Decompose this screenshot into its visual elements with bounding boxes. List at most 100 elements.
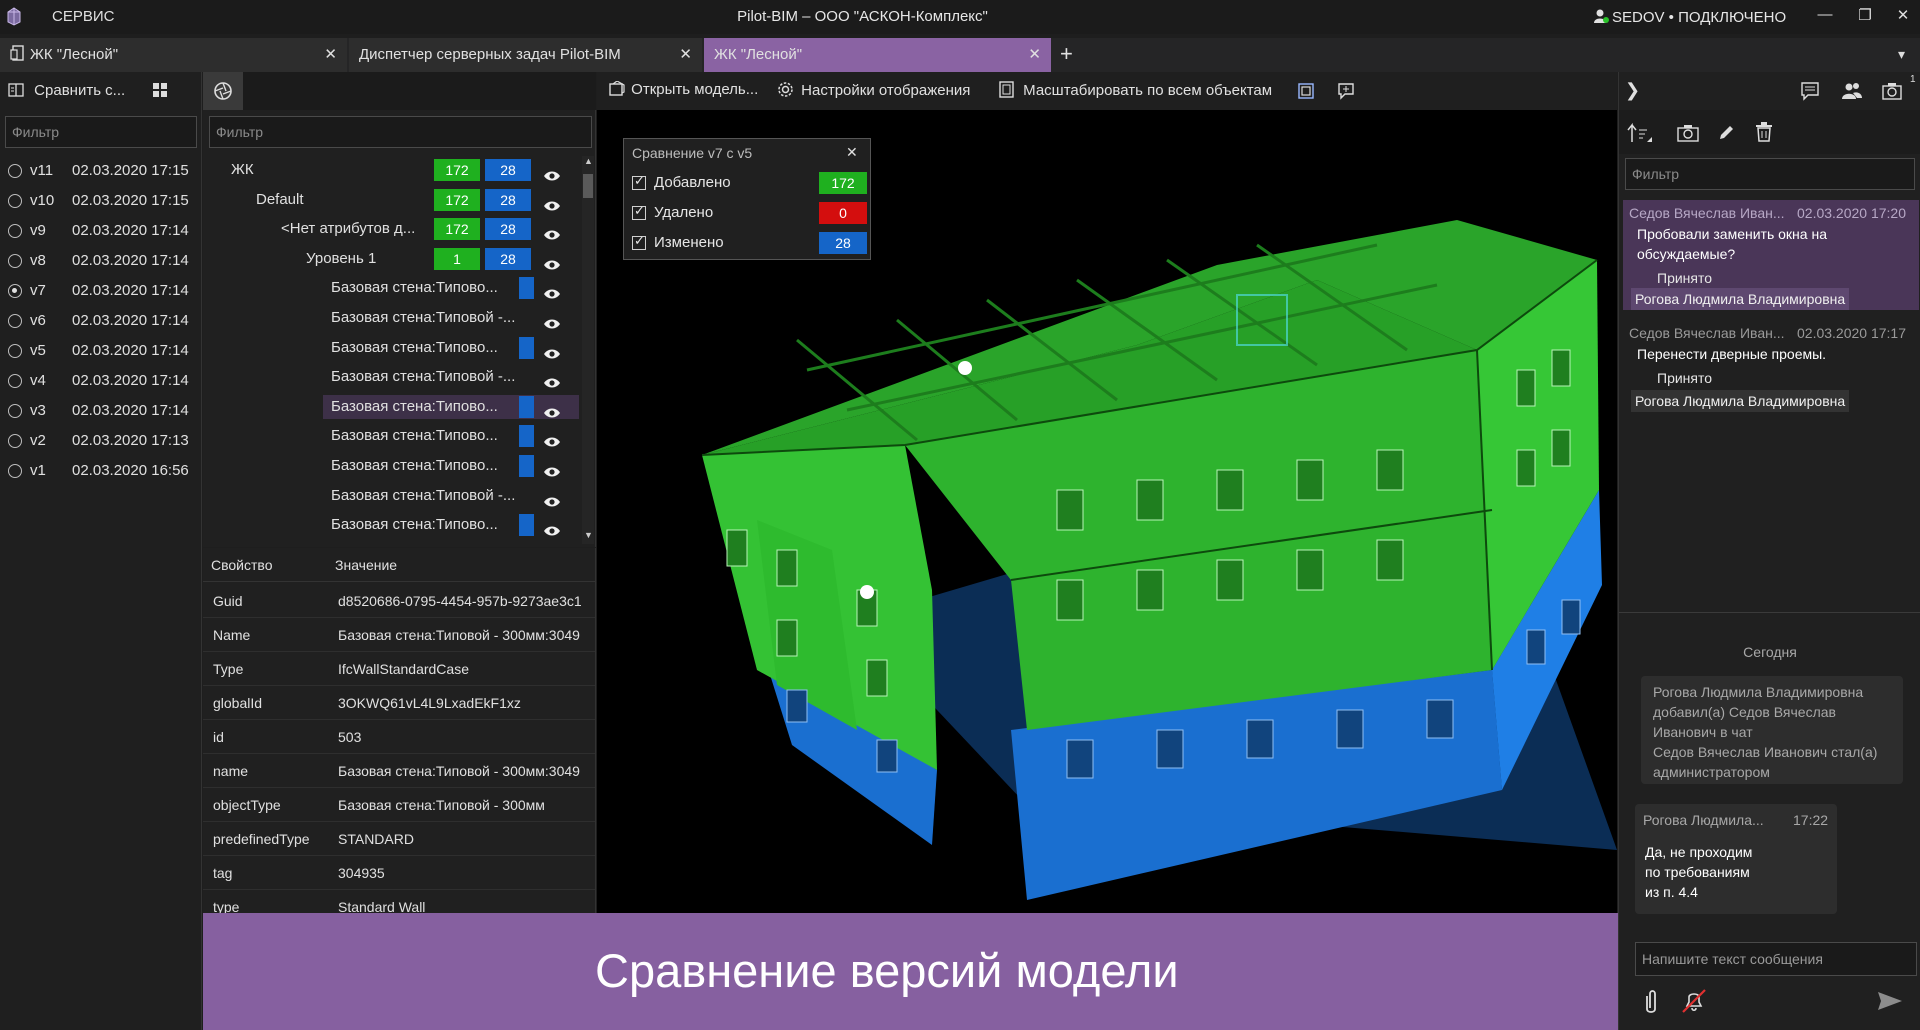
tree-scrollbar[interactable]: ▲ ▼	[582, 156, 594, 544]
version-row[interactable]: v6 02.03.2020 17:14	[0, 306, 200, 336]
close-tab-icon[interactable]: ✕	[679, 38, 692, 72]
property-row[interactable]: Type IfcWallStandardCase	[203, 652, 595, 686]
comments-tab-icon[interactable]	[1799, 80, 1839, 106]
fit-all-button[interactable]: Масштабировать по всем объектам	[999, 81, 1272, 102]
version-row[interactable]: v5 02.03.2020 17:14	[0, 336, 200, 366]
property-row[interactable]: objectType Базовая стена:Типовой - 300мм	[203, 788, 595, 822]
visibility-eye-icon[interactable]	[543, 253, 561, 270]
version-radio[interactable]	[8, 434, 22, 448]
visibility-eye-icon[interactable]	[543, 194, 561, 211]
version-radio[interactable]	[8, 374, 22, 388]
comment-card-active[interactable]: Седов Вячеслав Иван... 02.03.2020 17:20 …	[1623, 200, 1919, 310]
attach-paperclip-icon[interactable]	[1641, 988, 1661, 1016]
users-tab-icon[interactable]	[1841, 80, 1867, 106]
visibility-eye-icon[interactable]	[543, 282, 561, 299]
compare-checkbox[interactable]	[632, 233, 646, 250]
compare-checkbox[interactable]	[632, 203, 646, 220]
tree-row[interactable]: <Нет атрибутов д... 172 28	[203, 215, 583, 243]
frame-selection-icon[interactable]	[1297, 82, 1315, 100]
property-row[interactable]: tag 304935	[203, 856, 595, 890]
property-row[interactable]: type Standard Wall	[203, 890, 595, 913]
selection-marker[interactable]	[860, 585, 874, 599]
visibility-eye-icon[interactable]	[543, 490, 561, 507]
compare-with-button[interactable]: Сравнить с...	[8, 82, 138, 104]
visibility-eye-icon[interactable]	[543, 312, 561, 329]
tree-row[interactable]: ЖК 172 28	[203, 156, 583, 184]
tree-row[interactable]: Базовая стена:Типово...	[203, 422, 583, 450]
open-model-button[interactable]: Открыть модель...	[609, 80, 758, 101]
send-message-icon[interactable]	[1877, 990, 1903, 1012]
tree-row[interactable]: Базовая стена:Типово...	[203, 511, 583, 539]
visibility-eye-icon[interactable]	[543, 430, 561, 447]
compare-popup-close-icon[interactable]: ✕	[846, 144, 858, 161]
sort-icon[interactable]	[1627, 122, 1653, 144]
add-comment-icon[interactable]	[1337, 82, 1355, 100]
version-row[interactable]: v3 02.03.2020 17:14	[0, 396, 200, 426]
model-viewport[interactable]: Сравнение v7 с v5 ✕ Добавлено 172 Удалено 0…	[597, 110, 1617, 913]
version-radio[interactable]	[8, 194, 22, 208]
mute-notifications-icon[interactable]	[1679, 986, 1709, 1016]
close-tab-icon[interactable]: ✕	[1028, 38, 1041, 72]
tab-project-1[interactable]: ЖК "Лесной" ✕	[0, 38, 347, 72]
visibility-eye-icon[interactable]	[543, 371, 561, 388]
tree-filter-input[interactable]: Фильтр	[209, 116, 592, 148]
edit-pencil-icon[interactable]	[1717, 124, 1735, 142]
tree-row[interactable]: Базовая стена:Типово...	[203, 393, 583, 421]
visibility-eye-icon[interactable]	[543, 342, 561, 359]
tabs-dropdown-icon[interactable]: ▾	[1898, 46, 1905, 63]
version-row[interactable]: v1 02.03.2020 16:56	[0, 456, 200, 486]
property-row[interactable]: name Базовая стена:Типовой - 300мм:3049	[203, 754, 595, 788]
tab-task-manager[interactable]: Диспетчер серверных задач Pilot-BIM ✕	[349, 38, 702, 72]
property-row[interactable]: Guid d8520686-0795-4454-957b-9273ae3c1	[203, 584, 595, 618]
property-column-header[interactable]: Свойство	[211, 548, 272, 582]
tab-project-active[interactable]: ЖК "Лесной" ✕	[704, 38, 1051, 72]
visibility-eye-icon[interactable]	[543, 519, 561, 536]
compare-checkbox[interactable]	[632, 173, 646, 190]
layout-grid-icon[interactable]	[152, 82, 168, 98]
scroll-down-icon[interactable]: ▼	[584, 530, 593, 540]
version-radio[interactable]	[8, 224, 22, 238]
chat-message-input[interactable]: Напишите текст сообщения	[1635, 942, 1917, 976]
version-radio[interactable]	[8, 284, 22, 298]
snapshot-icon[interactable]	[1677, 124, 1699, 142]
collapse-panel-icon[interactable]: ❯	[1625, 80, 1640, 101]
version-radio[interactable]	[8, 314, 22, 328]
scroll-thumb[interactable]	[583, 174, 593, 198]
tree-row[interactable]: Базовая стена:Типовой -...	[203, 482, 583, 510]
camera-aperture-tab[interactable]	[203, 72, 243, 110]
tree-row[interactable]: Базовая стена:Типово...	[203, 452, 583, 480]
version-radio[interactable]	[8, 344, 22, 358]
minimize-button[interactable]: —	[1810, 6, 1840, 28]
version-row[interactable]: v4 02.03.2020 17:14	[0, 366, 200, 396]
tree-row[interactable]: Базовая стена:Типово...	[203, 334, 583, 362]
version-row[interactable]: v11 02.03.2020 17:15	[0, 156, 200, 186]
version-row[interactable]: v2 02.03.2020 17:13	[0, 426, 200, 456]
property-row[interactable]: globalId 3OKWQ61vL4L9LxadEkF1xz	[203, 686, 595, 720]
close-tab-icon[interactable]: ✕	[324, 38, 337, 72]
tree-row[interactable]: Базовая стена:Типовой -...	[203, 363, 583, 391]
visibility-eye-icon[interactable]	[543, 401, 561, 418]
tree-row[interactable]: Базовая стена:Типово...	[203, 274, 583, 302]
tree-row[interactable]: Уровень 1 1 28	[203, 245, 583, 273]
value-column-header[interactable]: Значение	[335, 548, 397, 582]
version-row[interactable]: v9 02.03.2020 17:14	[0, 216, 200, 246]
display-settings-button[interactable]: Настройки отображения	[777, 81, 970, 102]
close-window-button[interactable]: ✕	[1888, 6, 1918, 28]
property-row[interactable]: id 503	[203, 720, 595, 754]
scroll-up-icon[interactable]: ▲	[584, 156, 593, 166]
visibility-eye-icon[interactable]	[543, 223, 561, 240]
version-row[interactable]: v8 02.03.2020 17:14	[0, 246, 200, 276]
add-tab-button[interactable]: +	[1060, 41, 1080, 67]
version-radio[interactable]	[8, 404, 22, 418]
visibility-eye-icon[interactable]	[543, 460, 561, 477]
version-radio[interactable]	[8, 464, 22, 478]
version-radio[interactable]	[8, 254, 22, 268]
version-row[interactable]: v7 02.03.2020 17:14	[0, 276, 200, 306]
tree-row[interactable]: Default 172 28	[203, 186, 583, 214]
comment-card[interactable]: Седов Вячеслав Иван... 02.03.2020 17:17 …	[1623, 320, 1919, 420]
delete-trash-icon[interactable]	[1755, 122, 1773, 142]
comments-filter-input[interactable]: Фильтр	[1625, 158, 1915, 190]
visibility-eye-icon[interactable]	[543, 164, 561, 181]
snapshots-tab-icon[interactable]	[1881, 80, 1911, 106]
restore-button[interactable]: ❐	[1850, 6, 1880, 28]
